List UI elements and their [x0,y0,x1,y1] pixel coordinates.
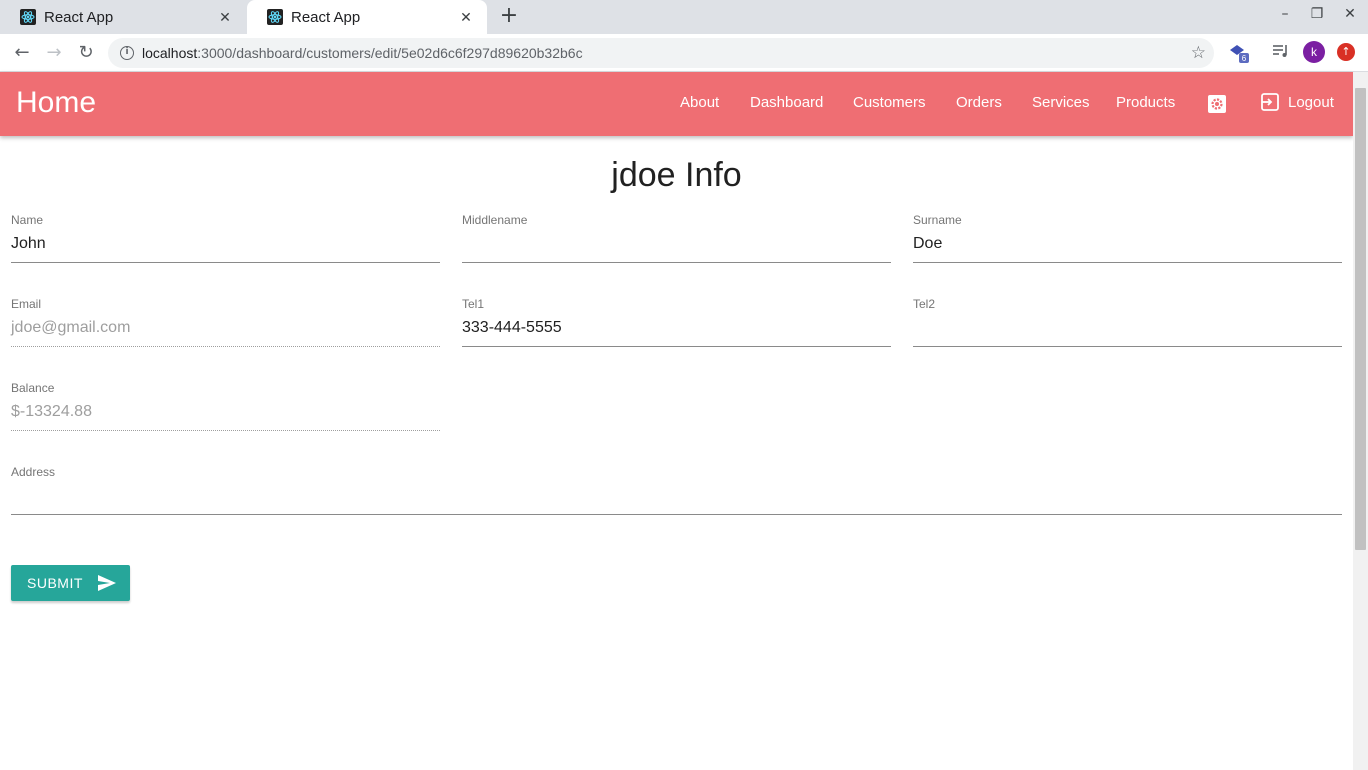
site-info-icon[interactable]: i [120,46,134,60]
surname-field[interactable]: Surname Doe [913,213,1342,279]
address-input[interactable] [11,484,1342,508]
update-icon[interactable]: ↑ [1337,43,1355,61]
bookmark-star-icon[interactable]: ☆ [1191,43,1206,63]
restore-icon[interactable]: ❐ [1307,6,1327,22]
name-input[interactable]: John [11,232,440,256]
tab-title: React App [291,8,361,26]
close-tab-icon[interactable]: ✕ [457,9,475,26]
tel2-input[interactable] [913,316,1342,340]
tel1-label: Tel1 [462,297,485,311]
tab-title: React App [44,8,114,26]
middlename-label: Middlename [462,213,528,227]
balance-label: Balance [11,381,55,395]
address-field[interactable]: Address [11,465,1342,531]
logout-link[interactable]: Logout [1260,92,1334,112]
middlename-input[interactable] [462,232,891,256]
tel2-field[interactable]: Tel2 [913,297,1342,363]
media-queue-icon[interactable] [1272,43,1290,63]
reload-icon[interactable]: ↻ [75,42,97,64]
field-underline [11,262,440,263]
browser-tab-strip: React App ✕ React App ✕ + – ❐ ✕ [0,0,1368,34]
app-navbar: Home About Dashboard Customers Orders Se… [0,72,1353,136]
extension-icon[interactable]: 6 [1228,42,1250,68]
email-field: Email jdoe@gmail.com [11,297,440,363]
browser-tab-active[interactable]: React App ✕ [247,0,487,34]
page-title: jdoe Info [611,156,742,194]
url-text: localhost:3000/dashboard/customers/edit/… [142,45,583,61]
tel2-label: Tel2 [913,297,936,311]
browser-tab[interactable]: React App ✕ [0,0,246,34]
tel1-field[interactable]: Tel1 333-444-5555 [462,297,891,363]
settings-gear-icon[interactable] [1207,94,1227,114]
browser-toolbar: ← → ↻ i localhost:3000/dashboard/custome… [0,34,1368,72]
nav-link-customers[interactable]: Customers [853,94,926,111]
name-field[interactable]: Name John [11,213,440,279]
balance-field: Balance $-13324.88 [11,381,440,447]
field-underline [11,430,440,431]
react-icon [267,9,283,25]
nav-link-products[interactable]: Products [1116,94,1175,111]
forward-icon[interactable]: → [43,42,65,64]
email-label: Email [11,297,42,311]
email-input: jdoe@gmail.com [11,319,131,336]
nav-link-services[interactable]: Services [1032,94,1090,111]
tel1-input[interactable]: 333-444-5555 [462,316,891,340]
page-scrollbar[interactable] [1353,72,1368,770]
field-underline [11,514,1342,515]
logout-label: Logout [1288,93,1334,111]
scroll-thumb[interactable] [1355,88,1366,550]
new-tab-icon[interactable]: + [498,5,520,27]
nav-link-orders[interactable]: Orders [956,94,1002,111]
nav-link-dashboard[interactable]: Dashboard [750,94,823,111]
svg-text:6: 6 [1242,54,1247,63]
profile-avatar[interactable]: k [1303,41,1325,63]
surname-label: Surname [913,213,962,227]
balance-input: $-13324.88 [11,403,92,420]
submit-button[interactable]: SUBMIT [11,565,130,601]
back-icon[interactable]: ← [11,42,33,64]
close-window-icon[interactable]: ✕ [1340,6,1360,22]
minimize-icon[interactable]: – [1275,6,1295,22]
field-underline [462,346,891,347]
close-tab-icon[interactable]: ✕ [216,9,234,26]
brand-home-link[interactable]: Home [16,86,96,120]
field-underline [913,262,1342,263]
address-label: Address [11,465,56,479]
surname-input[interactable]: Doe [913,232,1342,256]
field-underline [11,346,440,347]
submit-label: SUBMIT [27,575,83,591]
address-bar[interactable]: i localhost:3000/dashboard/customers/edi… [108,38,1214,68]
field-underline [913,346,1342,347]
nav-link-about[interactable]: About [680,94,719,111]
middlename-field[interactable]: Middlename [462,213,891,279]
name-label: Name [11,213,44,227]
field-underline [462,262,891,263]
react-icon [20,9,36,25]
logout-icon [1261,93,1279,111]
send-icon [97,575,116,591]
